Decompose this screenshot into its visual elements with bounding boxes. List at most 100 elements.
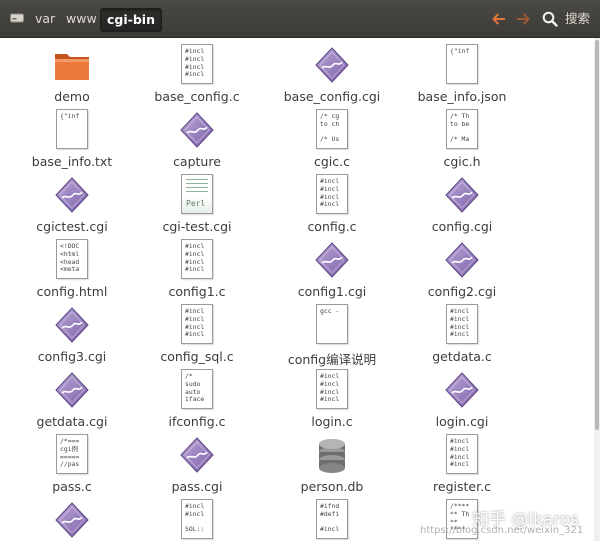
file-preview-text: {"inf [60, 112, 80, 120]
file-item[interactable]: #incl #incl #incl #incl getdata.c [397, 304, 527, 368]
file-preview-text: #incl #incl #incl #incl [450, 307, 470, 339]
file-icon: #incl #incl #incl #incl [442, 304, 482, 346]
file-item[interactable] [7, 499, 137, 541]
file-icon [52, 369, 92, 411]
file-item[interactable]: /* Th to be /* Ma cgic.h [397, 109, 527, 173]
file-preview-text: #incl #incl #incl #incl [320, 177, 340, 209]
file-preview-text: gcc - [320, 307, 340, 315]
file-item[interactable]: #incl #incl #incl #incl base_config.c [132, 44, 262, 108]
file-item[interactable]: base_config.cgi [267, 44, 397, 108]
file-icon [312, 44, 352, 86]
file-icon: /*=== cgi例 ===== //pas [52, 434, 92, 476]
file-icon: gcc - [312, 304, 352, 346]
file-icon: /* Th to be /* Ma [442, 109, 482, 151]
file-name: ifconfig.c [168, 414, 226, 429]
back-arrow-icon[interactable] [490, 10, 508, 28]
file-item[interactable]: cgictest.cgi [7, 174, 137, 238]
file-name: base_info.json [417, 89, 507, 104]
file-icon [442, 174, 482, 216]
file-item[interactable]: /*=== cgi例 ===== //pas pass.c [7, 434, 137, 498]
text-file-icon: #incl #incl #incl #incl [446, 304, 478, 344]
executable-icon [180, 437, 214, 473]
file-item[interactable]: config3.cgi [7, 304, 137, 368]
file-icon: #ifnd #defi #incl [312, 499, 352, 541]
file-icon [52, 499, 92, 541]
executable-icon [315, 242, 349, 278]
file-name: pass.c [52, 479, 92, 494]
file-name: register.c [433, 479, 491, 494]
file-icon [312, 239, 352, 281]
file-icon: {"inf [52, 109, 92, 151]
file-item[interactable]: capture [132, 109, 262, 173]
file-item[interactable]: /* sudo auto iface ifconfig.c [132, 369, 262, 433]
search-icon[interactable] [541, 10, 559, 28]
file-item[interactable]: pass.cgi [132, 434, 262, 498]
file-item[interactable]: getdata.cgi [7, 369, 137, 433]
text-file-icon: #incl #incl SOL:: [181, 499, 213, 539]
perl-label: Perl [186, 199, 206, 208]
file-name: login.c [311, 414, 353, 429]
file-icon: /* cg to ch /* Us [312, 109, 352, 151]
file-item[interactable]: #ifnd #defi #incl [267, 499, 397, 541]
file-preview-text: #incl #incl #incl #incl [320, 372, 340, 404]
file-icon: {"inf [442, 44, 482, 86]
file-item[interactable]: #incl #incl SOL:: [132, 499, 262, 541]
file-item[interactable]: #incl #incl #incl #incl login.c [267, 369, 397, 433]
file-item[interactable]: config2.cgi [397, 239, 527, 303]
drive-icon[interactable] [10, 12, 24, 23]
file-item[interactable]: login.cgi [397, 369, 527, 433]
file-name: config.c [307, 219, 357, 234]
file-preview-text: #incl #incl #incl #incl [185, 307, 205, 339]
breadcrumb-cgi-bin[interactable]: cgi-bin [100, 8, 162, 32]
text-file-icon: #incl #incl #incl #incl [316, 369, 348, 409]
file-item[interactable]: {"inf base_info.txt [7, 109, 137, 173]
file-item[interactable]: config.cgi [397, 174, 527, 238]
file-preview-text: /* sudo auto iface [185, 372, 205, 404]
file-preview-text: /* Th to be /* Ma [450, 112, 470, 144]
file-name: config1.cgi [297, 284, 367, 299]
forward-arrow-icon[interactable] [514, 10, 532, 28]
file-icon: <!DOC <html <head <meta [52, 239, 92, 281]
file-item[interactable]: Perl cgi-test.cgi [132, 174, 262, 238]
executable-icon [55, 177, 89, 213]
file-item[interactable]: demo [7, 44, 137, 108]
breadcrumb-var[interactable]: var [33, 8, 57, 30]
file-item[interactable]: #incl #incl #incl #incl config_sql.c [132, 304, 262, 368]
file-name: cgic.h [443, 154, 481, 169]
file-icon [442, 239, 482, 281]
file-item[interactable]: person.db [267, 434, 397, 498]
file-item[interactable]: {"inf base_info.json [397, 44, 527, 108]
text-file-icon: {"inf [446, 44, 478, 84]
file-name: config2.cgi [427, 284, 497, 299]
text-file-icon: #incl #incl #incl #incl [446, 434, 478, 474]
file-item[interactable]: /* cg to ch /* Us cgic.c [267, 109, 397, 173]
file-name: pass.cgi [171, 479, 223, 494]
file-item[interactable]: #incl #incl #incl #incl config1.c [132, 239, 262, 303]
file-name: cgi-test.cgi [162, 219, 232, 234]
search-label[interactable]: 搜索 [565, 10, 590, 28]
file-item[interactable]: gcc - config编译说明 [267, 304, 397, 368]
file-name: person.db [300, 479, 364, 494]
file-item[interactable]: #incl #incl #incl #incl config.c [267, 174, 397, 238]
file-name: base_config.cgi [283, 89, 381, 104]
folder-icon [55, 54, 89, 80]
text-file-icon: /*=== cgi例 ===== //pas [56, 434, 88, 474]
file-manager-window: var www cgi-bin 搜索 demo #incl #incl #incl… [0, 0, 600, 541]
file-name: config编译说明 [287, 352, 377, 367]
file-icon: #incl #incl #incl #incl [177, 44, 217, 86]
text-file-icon: #incl #incl #incl #incl [181, 239, 213, 279]
database-icon [319, 439, 345, 473]
text-file-icon: <!DOC <html <head <meta [56, 239, 88, 279]
scrollbar-thumb[interactable] [595, 40, 599, 430]
file-item[interactable]: config1.cgi [267, 239, 397, 303]
file-item[interactable]: <!DOC <html <head <meta config.html [7, 239, 137, 303]
file-icon [177, 109, 217, 151]
text-file-icon: /* cg to ch /* Us [316, 109, 348, 149]
text-file-icon: {"inf [56, 109, 88, 149]
file-item[interactable]: #incl #incl #incl #incl register.c [397, 434, 527, 498]
text-file-icon: #ifnd #defi #incl [316, 499, 348, 539]
executable-icon [315, 47, 349, 83]
file-icon [52, 44, 92, 86]
breadcrumb-www[interactable]: www [64, 8, 99, 30]
text-file-icon: gcc - [316, 304, 348, 344]
